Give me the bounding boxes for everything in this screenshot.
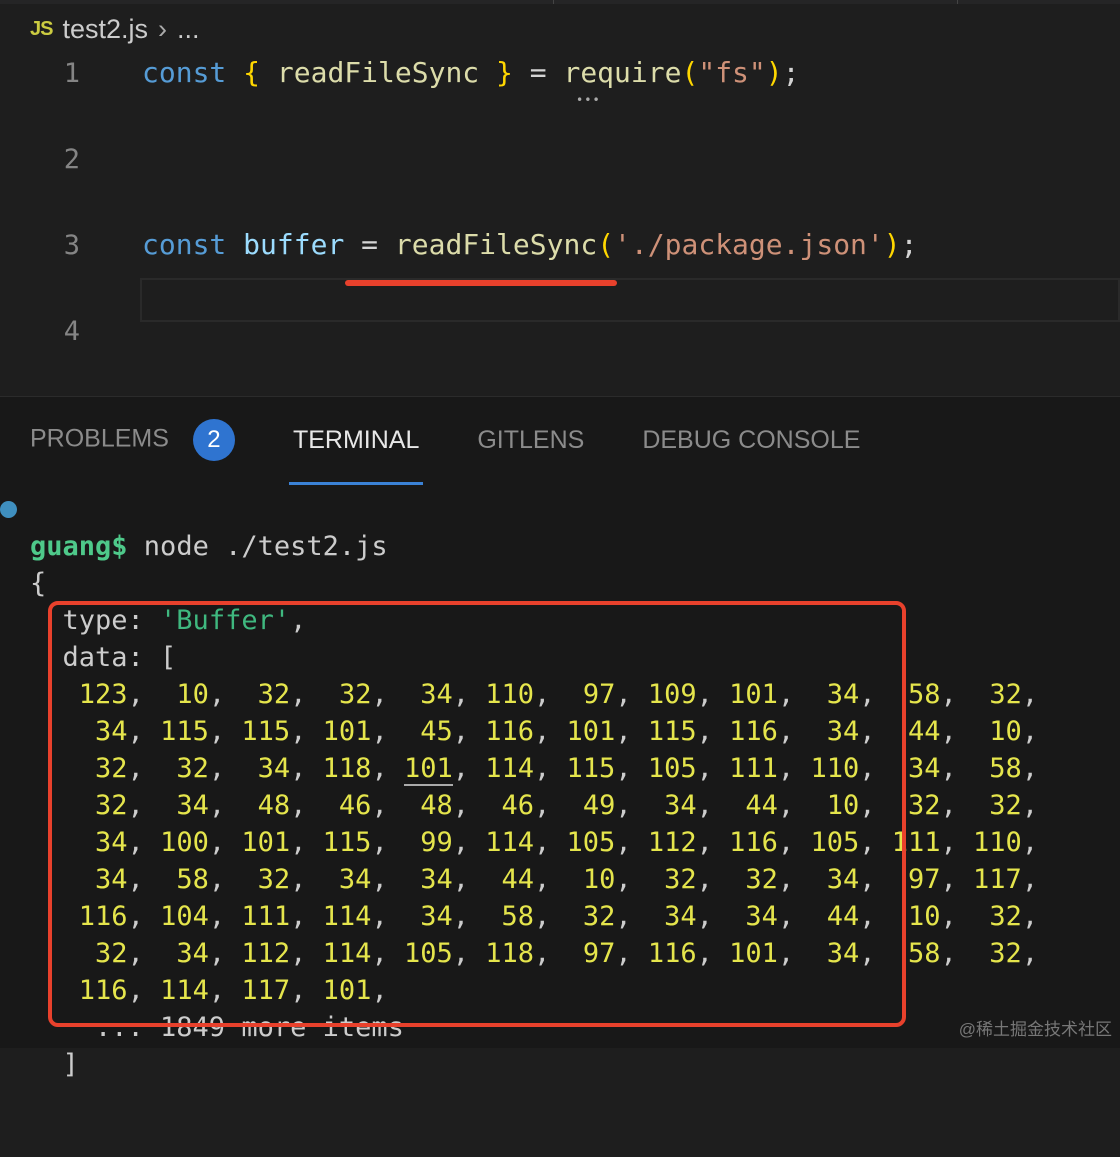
code-token: const <box>142 56 244 89</box>
command: node ./test2.js <box>127 531 388 562</box>
breadcrumb-file[interactable]: test2.js <box>62 14 148 45</box>
byte-value: 58 <box>989 753 1022 784</box>
code-token: "fs" <box>698 56 766 89</box>
terminal-command-line: guang$ node ./test2.js <box>30 528 1038 565</box>
tab-label: PROBLEMS <box>30 424 169 453</box>
code-token: buffer <box>243 228 345 261</box>
byte-value: 10 <box>989 716 1022 747</box>
panel-tabs: PROBLEMS 2 TERMINAL GITLENS DEBUG CONSOLE <box>30 419 918 485</box>
breadcrumb-more[interactable]: ... <box>177 14 200 45</box>
output-line: { <box>30 568 47 599</box>
code-token: './package.json' <box>614 228 884 261</box>
code-token: { <box>243 56 277 89</box>
line-number: 3 <box>63 230 80 261</box>
code-token: readFileSync <box>394 228 598 261</box>
byte-value: 32 <box>989 901 1022 932</box>
code-token: } <box>496 56 513 89</box>
tab-problems[interactable]: PROBLEMS 2 <box>30 419 235 475</box>
byte-value: 117 <box>973 864 1022 895</box>
code-line: const buffer = readFileSync('./package.j… <box>142 228 917 261</box>
prompt: guang$ <box>30 531 128 562</box>
code-token: ; <box>782 56 800 89</box>
code-token: ; <box>900 228 918 261</box>
code-token: const <box>142 228 244 261</box>
tab-gitlens[interactable]: GITLENS <box>477 426 584 469</box>
byte-value: 10 <box>908 901 941 932</box>
byte-value: 58 <box>908 938 941 969</box>
byte-value: 44 <box>908 716 941 747</box>
code-token: = <box>512 56 564 89</box>
code-token: = <box>344 228 395 261</box>
code-editor[interactable]: 1 const { readFileSync } = require("fs");… <box>0 50 1120 433</box>
code-token: readFileSync <box>276 56 497 89</box>
code-token: require <box>563 56 682 89</box>
byte-value: 58 <box>908 679 941 710</box>
byte-value: 32 <box>989 938 1022 969</box>
byte-value: 97 <box>908 864 941 895</box>
byte-value: 32 <box>989 679 1022 710</box>
code-token: ) <box>883 228 901 261</box>
hint-dots: ••• <box>576 93 601 107</box>
byte-value: 32 <box>908 790 941 821</box>
line-number: 2 <box>63 144 80 175</box>
byte-value: 34 <box>908 753 941 784</box>
byte-value: 32 <box>989 790 1022 821</box>
annotation-box <box>48 601 906 1027</box>
annotation-underline <box>345 280 617 286</box>
command-status-dot-icon <box>0 501 17 518</box>
current-line-highlight <box>140 278 1120 322</box>
editor-tab-bar <box>0 0 1120 4</box>
watermark: @稀土掘金技术社区 <box>958 1020 1112 1039</box>
byte-value: 110 <box>973 827 1022 858</box>
code-token: ( <box>597 228 615 261</box>
tab-terminal[interactable]: TERMINAL <box>288 426 424 485</box>
chevron-right-icon: › <box>158 14 168 44</box>
code-token: ) <box>765 56 783 89</box>
tab-debug-console[interactable]: DEBUG CONSOLE <box>642 426 860 469</box>
javascript-file-icon: JS <box>30 18 53 40</box>
bottom-panel: PROBLEMS 2 TERMINAL GITLENS DEBUG CONSOLE… <box>0 396 1120 1080</box>
breadcrumb[interactable]: JS test2.js › ... <box>30 14 200 45</box>
line-number: 4 <box>63 316 80 347</box>
code-token: ( <box>681 56 699 89</box>
problems-count-badge: 2 <box>192 419 235 461</box>
output-line: ] <box>30 1049 79 1080</box>
code-line: const { readFileSync } = require("fs"); <box>142 56 800 89</box>
line-number: 1 <box>63 58 80 89</box>
